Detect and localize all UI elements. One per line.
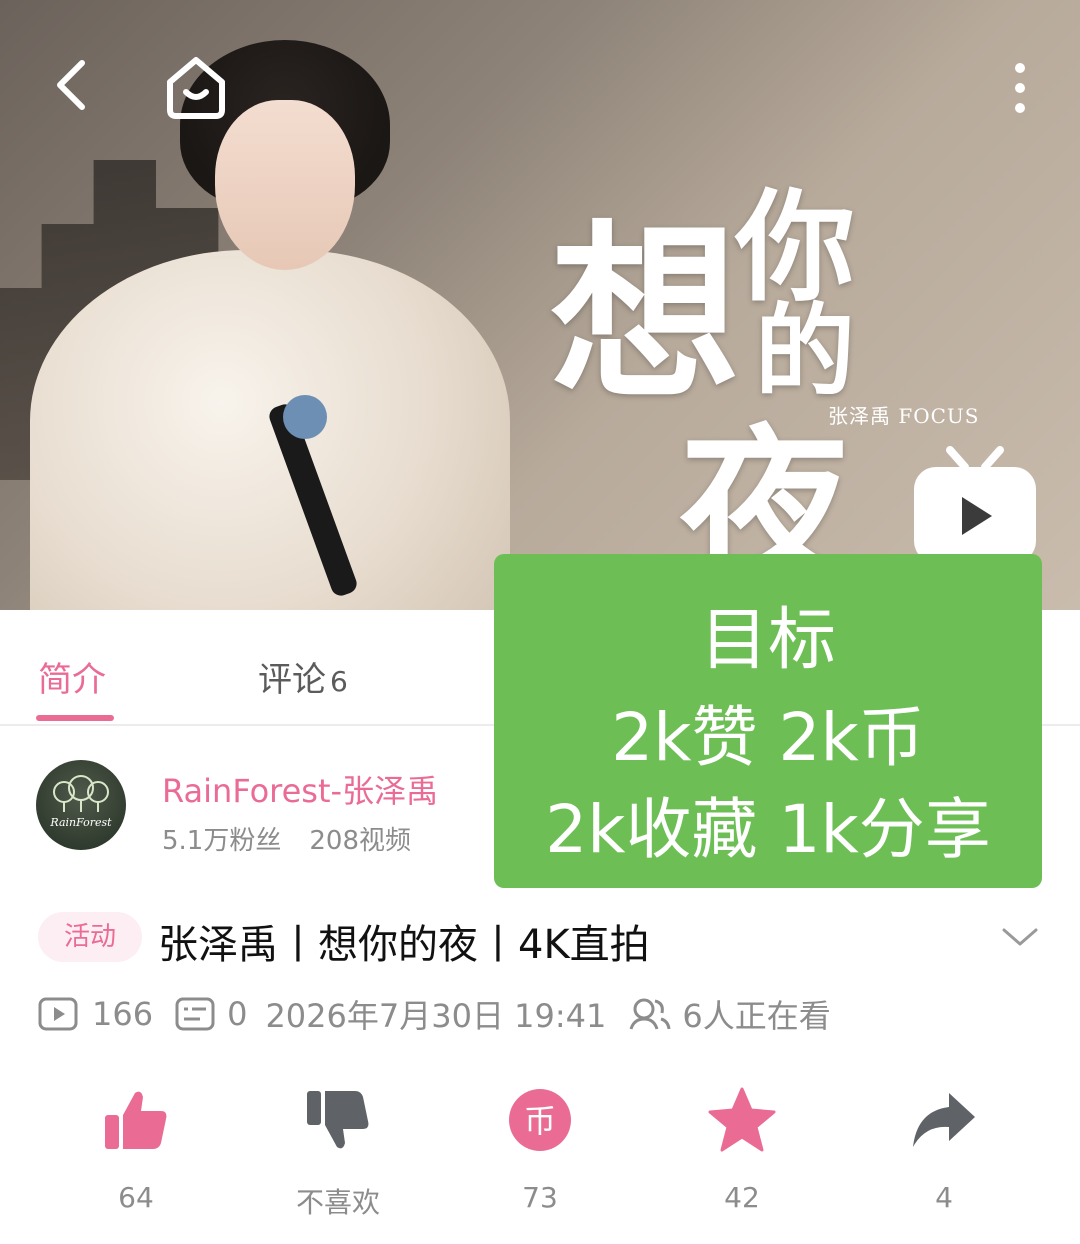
tab-intro[interactable]: 简介 (38, 652, 106, 701)
goal-overlay: 目标 2k赞 2k币 2k收藏 1k分享 (494, 554, 1042, 888)
bilibili-tv-icon (914, 446, 1036, 563)
coin-icon: 币 (509, 1089, 571, 1151)
play-count: 166 (92, 995, 154, 1033)
coin-button[interactable]: 币 73 (440, 1085, 640, 1214)
play-count-icon (38, 997, 78, 1031)
goal-heading: 目标 (699, 601, 836, 680)
avatar[interactable]: RainForest (36, 760, 126, 850)
tab-comments[interactable]: 评论 6 (258, 652, 348, 701)
tab-comments-label: 评论 (258, 660, 326, 700)
coin-count: 73 (522, 1181, 558, 1214)
svg-text:币: 币 (524, 1102, 556, 1140)
microphone-head (283, 395, 327, 439)
focus-caption: 张泽禹 FOCUS (828, 404, 980, 428)
uploader-name[interactable]: RainForest-张泽禹 (162, 766, 438, 812)
video-title: 张泽禹丨想你的夜丨4K直拍 (158, 922, 650, 968)
share-count: 4 (935, 1181, 953, 1214)
danmaku-icon (175, 997, 215, 1031)
avatar-logo: RainForest (49, 775, 112, 829)
dislike-button[interactable]: 不喜欢 (238, 1085, 438, 1221)
avatar-text: RainForest (49, 816, 112, 829)
chevron-down-icon[interactable] (1000, 922, 1040, 952)
goal-line-fav-share: 2k收藏 1k分享 (545, 791, 991, 868)
goal-line-likes-coins: 2k赞 2k币 (611, 699, 925, 776)
performer-face (215, 100, 355, 270)
uploader-stats: 5.1万粉丝 208视频 (162, 820, 439, 857)
tab-active-indicator (36, 715, 114, 721)
share-icon (913, 1093, 975, 1147)
thumb-up-icon (105, 1091, 167, 1149)
favorite-count: 42 (724, 1181, 760, 1214)
thumb-down-icon (307, 1091, 369, 1149)
video-player[interactable]: 想 你 的 夜 张泽禹 FOCUS (0, 0, 1080, 610)
like-button[interactable]: 64 (36, 1085, 236, 1214)
publish-datetime: 2026年7月30日 19:41 (265, 997, 607, 1035)
dislike-label: 不喜欢 (295, 1186, 380, 1219)
back-icon[interactable] (48, 55, 108, 115)
calligraphy-title: 想 你 的 夜 (550, 120, 910, 608)
uploader-fans: 5.1万粉丝 (162, 826, 282, 856)
more-icon[interactable] (1000, 58, 1040, 118)
home-icon[interactable] (160, 52, 232, 122)
viewers-icon (629, 998, 671, 1030)
favorite-button[interactable]: 42 (642, 1085, 842, 1214)
share-button[interactable]: 4 (844, 1085, 1044, 1214)
action-bar: 64 不喜欢 币 73 42 4 (0, 1085, 1080, 1225)
star-icon (708, 1087, 776, 1152)
activity-tag[interactable]: 活动 (38, 912, 142, 962)
video-meta: 166 0 2026年7月30日 19:41 6人正在看 (38, 992, 831, 1036)
like-count: 64 (118, 1181, 154, 1214)
tab-comments-count: 6 (330, 665, 348, 698)
danmaku-count: 0 (227, 995, 248, 1033)
viewers-count: 6人正在看 (682, 997, 831, 1035)
performer-outfit (30, 250, 510, 610)
uploader-videos: 208视频 (309, 826, 411, 856)
